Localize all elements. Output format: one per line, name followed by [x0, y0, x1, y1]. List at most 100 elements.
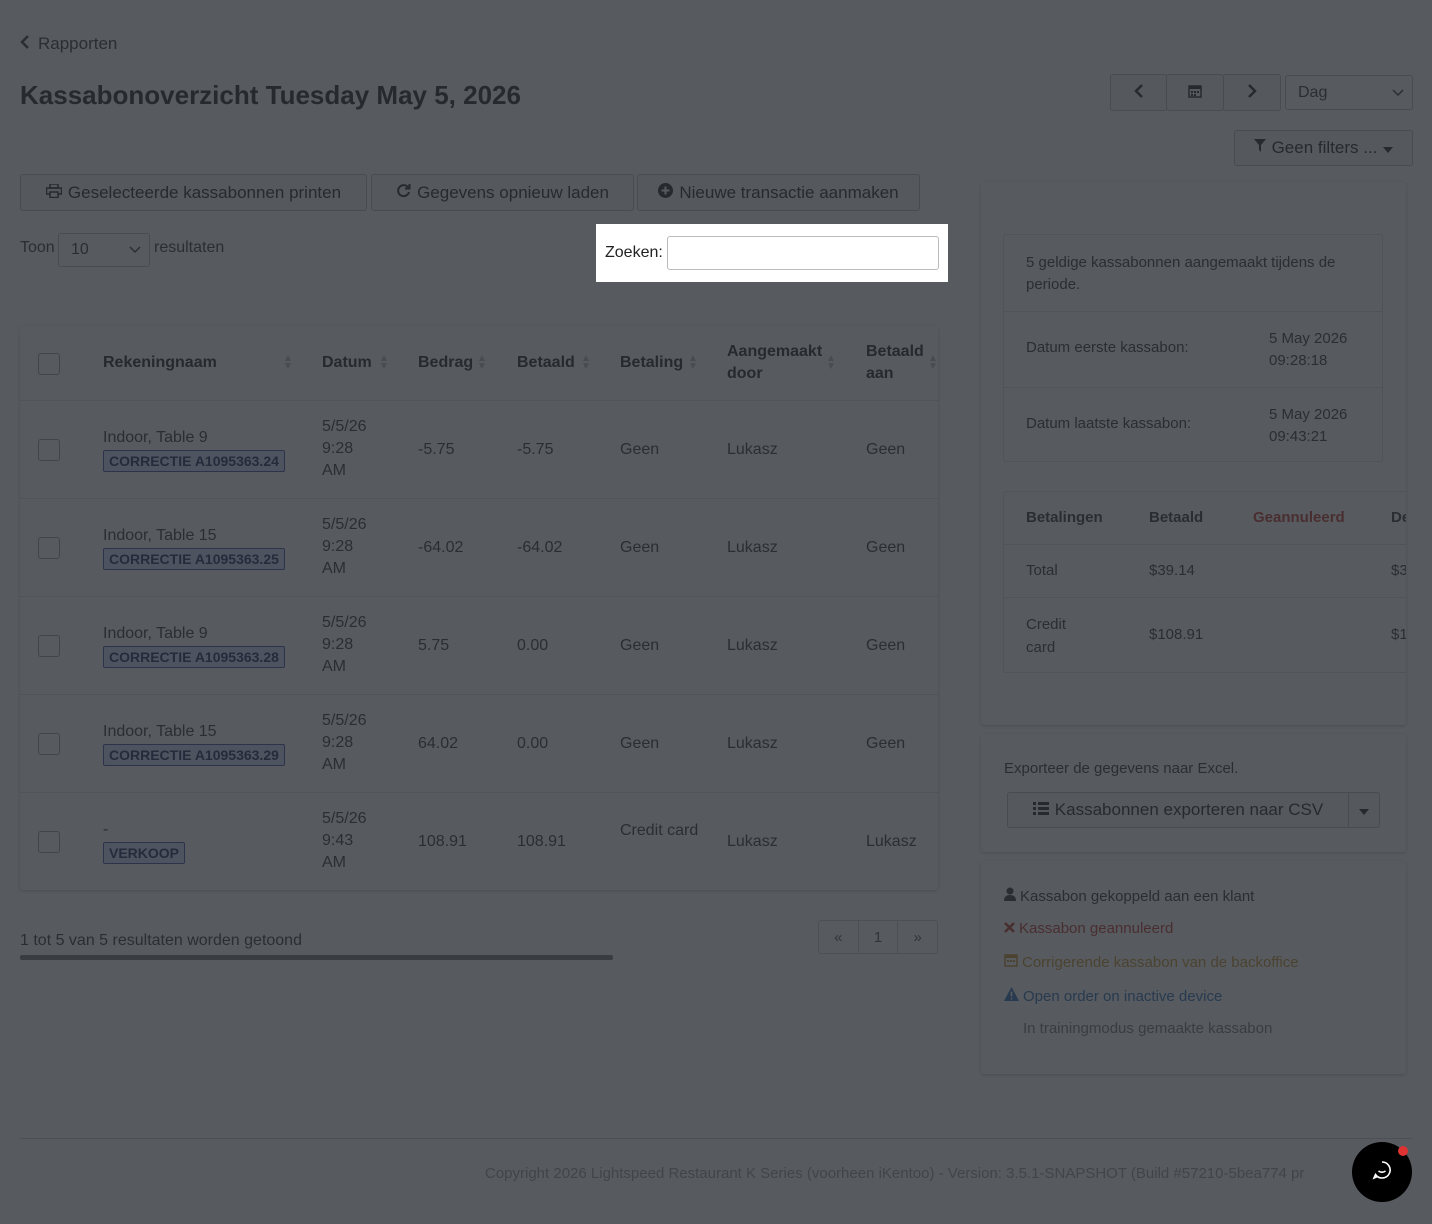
column-header-paid[interactable]: Betaald [517, 352, 575, 374]
back-link[interactable]: Rapporten [20, 34, 117, 54]
column-header-payment[interactable]: Betaling [620, 352, 683, 374]
table-row[interactable]: - VERKOOP 5/5/26 9:43 AM 108.91 108.91 C… [20, 793, 938, 890]
legend-item: Open order on inactive device [1004, 987, 1222, 1005]
footer-copyright: Copyright 2026 Lightspeed Restaurant K S… [485, 1165, 1305, 1182]
print-selected-button[interactable]: Geselecteerde kassabonnen printen [20, 174, 367, 211]
cell-paid-to: Geen [866, 441, 906, 458]
divider [1004, 311, 1382, 312]
last-receipt-value: 5 May 2026 09:43:21 [1269, 406, 1348, 445]
new-transaction-button[interactable]: Nieuwe transactie aanmaken [637, 174, 920, 211]
receipts-table: Rekeningnaam ▲ ▼ Datum ▲ ▼ Bedrag ▲ ▼ Betaa… [20, 326, 938, 890]
receipt-type-badge: VERKOOP [103, 842, 186, 864]
sort-icon: ▲ ▼ [688, 353, 698, 372]
payments-header-methods: Betalingen [1026, 509, 1103, 526]
legend-card: Kassabon gekoppeld aan een klant Kassabo… [981, 861, 1406, 1074]
summary-card: 5 geldige kassabonnen aangemaakt tijdens… [981, 182, 1406, 725]
sort-icon: ▲ ▼ [581, 353, 591, 372]
column-header-date[interactable]: Datum [322, 352, 372, 374]
row-checkbox[interactable] [38, 635, 60, 657]
filter-icon [1253, 138, 1266, 158]
cell-tag-wrap: CORRECTIE A1095363.28 [103, 646, 285, 669]
payments-header-cancelled: Geannuleerd [1253, 509, 1345, 526]
payments-header-final: Defini [1391, 509, 1406, 526]
receipt-type-badge: CORRECTIE A1095363.25 [103, 548, 285, 570]
cell-paid-to: Geen [866, 539, 906, 556]
reload-data-label: Gegevens opnieuw laden [417, 182, 609, 202]
cell-payment: Geen [620, 441, 660, 458]
export-options-toggle[interactable] [1348, 792, 1380, 828]
first-receipt-label: Datum eerste kassabon: [1026, 339, 1189, 356]
cell-account-name: Indoor, Table 15 [103, 723, 217, 740]
row-checkbox[interactable] [38, 733, 60, 755]
cell-amount: 64.02 [418, 735, 459, 752]
period-select[interactable]: Dag [1285, 75, 1413, 110]
export-card: Exporteer de gegevens naar Excel. Kassab… [981, 734, 1406, 852]
column-header-created-by[interactable]: Aangemaakt door [727, 341, 822, 385]
search-input[interactable] [666, 236, 939, 270]
pagination: « 1 » [818, 920, 938, 954]
table-row[interactable]: Indoor, Table 15 CORRECTIE A1095363.29 5… [20, 695, 938, 793]
cell-created-by: Lukasz [727, 539, 778, 556]
chat-launcher-button[interactable] [1352, 1142, 1412, 1202]
cell-paid-to: Lukasz [866, 833, 917, 850]
payments-panel: Betalingen Betaald Geannuleerd Defini To… [1003, 491, 1406, 673]
back-link-label: Rapporten [38, 34, 118, 53]
filters-button[interactable]: Geen filters ... [1234, 130, 1413, 166]
legend-item-label: Open order on inactive device [1023, 987, 1223, 1005]
table-row[interactable]: Indoor, Table 9 CORRECTIE A1095363.28 5/… [20, 597, 938, 695]
table-row[interactable]: Indoor, Table 9 CORRECTIE A1095363.24 5/… [20, 401, 938, 499]
list-icon [1032, 800, 1049, 820]
column-header-paid-to[interactable]: Betaald aan [866, 341, 926, 385]
prev-day-button[interactable] [1110, 74, 1167, 111]
cell-created-by: Lukasz [727, 441, 778, 458]
payment-row-paid: $39.14 [1149, 562, 1195, 579]
row-checkbox[interactable] [38, 537, 60, 559]
cell-paid: 0.00 [517, 735, 549, 752]
cell-date: 5/5/26 9:28 AM [322, 516, 367, 577]
sort-icon: ▲ ▼ [379, 353, 389, 372]
cell-amount: 108.91 [418, 833, 467, 850]
chat-icon [1372, 1160, 1392, 1185]
cell-created-by: Lukasz [727, 637, 778, 654]
next-day-button[interactable] [1223, 74, 1281, 111]
page-length-select[interactable]: 10 [58, 233, 150, 267]
reload-data-button[interactable]: Gegevens opnieuw laden [371, 174, 634, 211]
legend-item: Kassabon gekoppeld aan een klant [1004, 887, 1254, 905]
user-icon [1004, 887, 1016, 905]
pagination-page-1[interactable]: 1 [859, 921, 899, 953]
show-label: Toon [20, 239, 55, 256]
calendar-button[interactable] [1166, 74, 1224, 111]
cell-date: 5/5/26 9:43 AM [322, 810, 367, 871]
cell-paid-to: Geen [866, 735, 906, 752]
payment-row-label: Total [1026, 562, 1058, 579]
column-header-account-name[interactable]: Rekeningnaam [103, 352, 217, 374]
receipt-type-badge: CORRECTIE A1095363.28 [103, 646, 285, 668]
plus-circle-icon [658, 182, 674, 203]
cell-amount: 5.75 [418, 637, 450, 654]
pagination-previous[interactable]: « [819, 921, 859, 953]
column-header-amount[interactable]: Bedrag [418, 352, 473, 374]
cell-tag-wrap: VERKOOP [103, 842, 186, 865]
page: Rapporten Kassabonoverzicht Tuesday May … [0, 0, 1432, 1224]
cell-date: 5/5/26 9:28 AM [322, 614, 367, 675]
legend-item: Corrigerende kassabon van de backoffice [1004, 953, 1299, 971]
select-all-checkbox[interactable] [38, 353, 60, 375]
receipt-stats-panel: 5 geldige kassabonnen aangemaakt tijdens… [1003, 234, 1383, 462]
pagination-next[interactable]: » [898, 921, 937, 953]
table-row[interactable]: Indoor, Table 15 CORRECTIE A1095363.25 5… [20, 499, 938, 597]
cell-paid: -5.75 [517, 441, 554, 458]
cell-tag-wrap: CORRECTIE A1095363.25 [103, 548, 285, 571]
caret-down-icon [1383, 138, 1394, 158]
horizontal-scrollbar[interactable] [20, 955, 613, 960]
payment-row-final: $39.1 [1391, 562, 1406, 579]
export-csv-label: Kassabonnen exporteren naar CSV [1054, 800, 1324, 819]
table-header: Rekeningnaam ▲ ▼ Datum ▲ ▼ Bedrag ▲ ▼ Betaa… [20, 326, 938, 401]
row-checkbox[interactable] [38, 831, 60, 853]
receipt-type-badge: CORRECTIE A1095363.24 [103, 450, 285, 472]
export-csv-button[interactable]: Kassabonnen exporteren naar CSV [1007, 792, 1349, 828]
row-checkbox[interactable] [38, 439, 60, 461]
receipt-type-badge: CORRECTIE A1095363.29 [103, 744, 285, 766]
sort-icon: ▲ ▼ [826, 353, 836, 372]
search-label: Zoeken: [605, 244, 663, 261]
divider [1004, 544, 1406, 545]
